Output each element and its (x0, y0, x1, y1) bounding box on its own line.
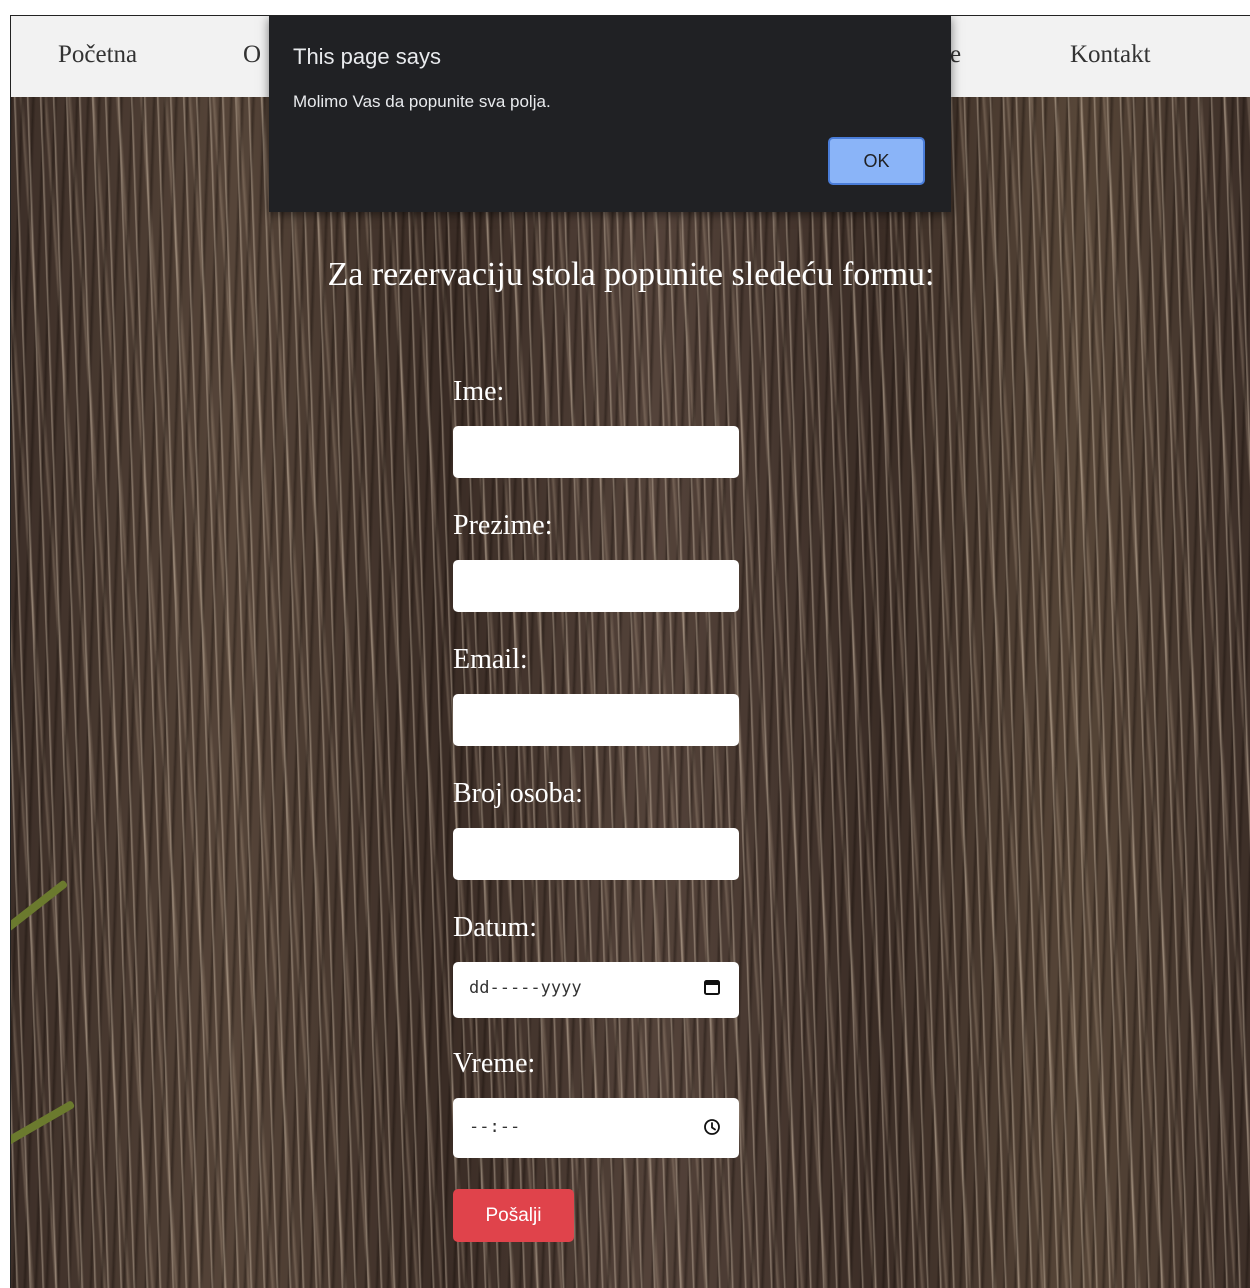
browser-viewport: Početna O je Kontakt Za rezervaciju stol… (10, 15, 1250, 1288)
datum-label: Datum: (453, 912, 537, 943)
ime-input[interactable] (453, 426, 739, 478)
prezime-input[interactable] (453, 560, 739, 612)
email-label: Email: (453, 644, 528, 675)
nav-item-pocetna[interactable]: Početna (58, 41, 137, 69)
grass-decoration (11, 1100, 76, 1155)
email-input[interactable] (453, 694, 739, 746)
datum-input[interactable]: dd-----yyyy (453, 962, 739, 1018)
vreme-label: Vreme: (453, 1048, 536, 1079)
nav-item-kontakt[interactable]: Kontakt (1070, 41, 1151, 69)
clock-icon[interactable] (703, 1118, 721, 1136)
form-subtitle: Za rezervaciju stola popunite sledeću fo… (327, 256, 935, 293)
nav-item-o-nama[interactable]: O (243, 41, 261, 69)
broj-osoba-input[interactable] (453, 828, 739, 880)
ok-button[interactable]: OK (828, 137, 925, 185)
ime-label: Ime: (453, 376, 505, 407)
vreme-input[interactable]: --:-- (453, 1098, 739, 1158)
datum-placeholder: dd-----yyyy (469, 978, 582, 998)
broj-osoba-label: Broj osoba: (453, 778, 583, 809)
dialog-message: Molimo Vas da popunite sva polja. (293, 92, 551, 111)
grass-decoration (11, 879, 69, 945)
vreme-placeholder: --:-- (469, 1117, 521, 1137)
submit-button[interactable]: Pošalji (453, 1189, 574, 1242)
calendar-icon[interactable] (703, 978, 721, 996)
dialog-title: This page says (293, 44, 441, 69)
prezime-label: Prezime: (453, 510, 553, 541)
alert-dialog: This page says Molimo Vas da popunite sv… (269, 16, 951, 212)
